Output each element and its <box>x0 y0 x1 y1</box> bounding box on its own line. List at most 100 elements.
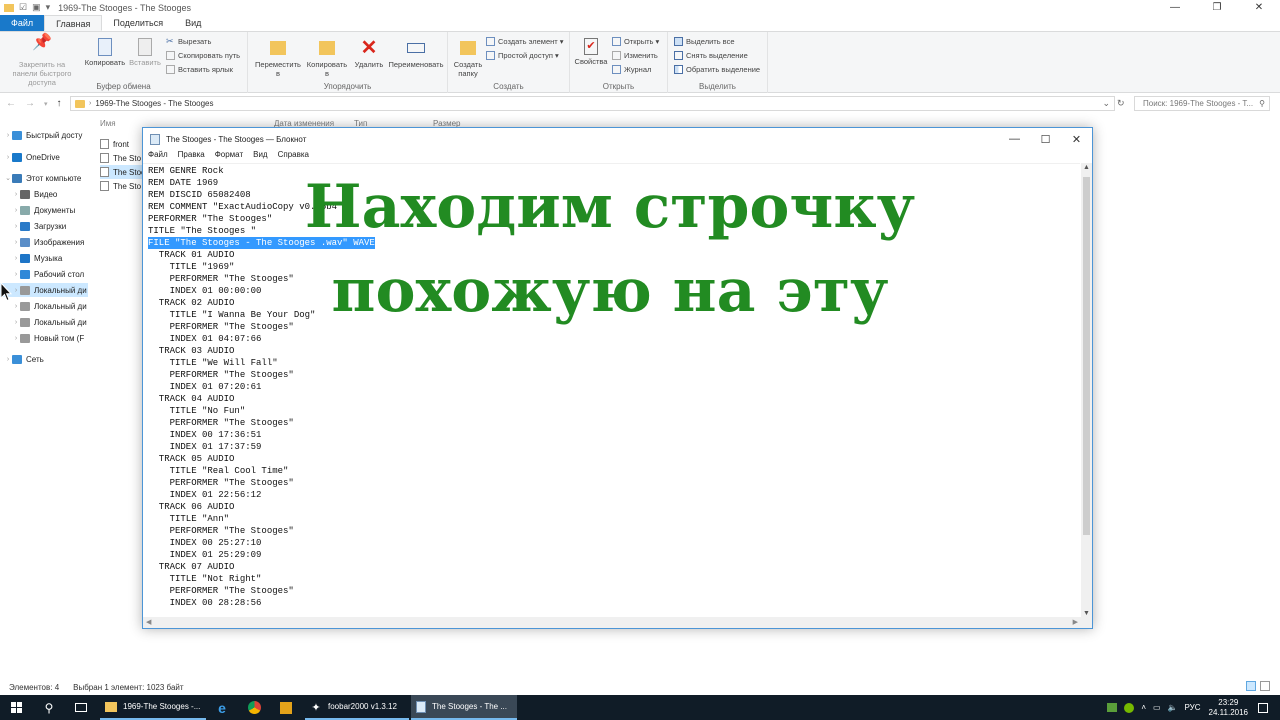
select-all-button[interactable]: Выделить все <box>674 37 735 46</box>
maximize-button[interactable]: ❐ <box>1196 0 1238 15</box>
sidebar-item[interactable]: › Рабочий стол <box>0 267 88 281</box>
back-arrow-icon[interactable]: ← <box>6 98 16 109</box>
close-button[interactable]: ✕ <box>1061 128 1092 150</box>
sidebar-item[interactable]: › Документы <box>0 203 88 217</box>
chevron-right-icon[interactable]: › <box>12 255 20 262</box>
keyboard-language[interactable]: РУС <box>1185 703 1201 712</box>
tab-view[interactable]: Вид <box>174 15 212 31</box>
chevron-right-icon[interactable]: › <box>4 132 12 139</box>
scroll-left-icon[interactable]: ◀ <box>146 618 151 626</box>
taskbar-app-explorer[interactable]: 1969-The Stooges -... <box>100 695 206 720</box>
properties-button[interactable]: ✔ Свойства <box>572 38 610 66</box>
recent-dropdown-icon[interactable]: ▾ <box>44 100 48 109</box>
chevron-right-icon[interactable]: › <box>4 356 12 363</box>
search-input[interactable]: Поиск: 1969-The Stooges - T... ⚲ <box>1134 96 1270 111</box>
start-button[interactable] <box>0 695 32 720</box>
history-button[interactable]: Журнал <box>612 65 651 74</box>
sidebar-item[interactable]: › Видео <box>0 187 88 201</box>
sidebar-item[interactable]: › Локальный ди <box>0 315 88 329</box>
vertical-scrollbar[interactable]: ▲ ▼ <box>1081 163 1092 618</box>
sidebar-item[interactable]: › Локальный ди <box>0 283 88 297</box>
menu-view[interactable]: Вид <box>248 150 272 163</box>
move-to-button[interactable]: Переместить в <box>252 38 304 78</box>
new-item-button[interactable]: Создать элемент ▾ <box>486 37 564 46</box>
sidebar-item[interactable]: › Музыка <box>0 251 88 265</box>
sidebar-item[interactable]: › Загрузки <box>0 219 88 233</box>
scroll-up-icon[interactable]: ▲ <box>1083 164 1090 171</box>
taskbar-pin-chrome[interactable] <box>240 695 268 720</box>
large-icons-view-icon[interactable] <box>1260 681 1270 691</box>
taskbar-pin-edge[interactable]: e <box>208 695 236 720</box>
show-hidden-icons-icon[interactable]: ˄ <box>1141 703 1146 712</box>
menu-edit[interactable]: Правка <box>173 150 210 163</box>
action-center-icon[interactable] <box>1258 702 1268 713</box>
volume-icon[interactable]: 🔈 <box>1168 703 1178 712</box>
invert-selection-button[interactable]: Обратить выделение <box>674 65 760 74</box>
minimize-button[interactable]: — <box>999 128 1030 150</box>
cut-button[interactable]: ✂ Вырезать <box>166 37 211 47</box>
menu-help[interactable]: Справка <box>273 150 314 163</box>
tray-app-icon[interactable] <box>1124 702 1135 713</box>
maximize-button[interactable]: ☐ <box>1030 128 1061 150</box>
taskbar-app-foobar[interactable]: ✦ foobar2000 v1.3.12 <box>305 695 409 720</box>
paste-button[interactable]: Вставить <box>128 38 162 67</box>
sidebar-item[interactable]: › OneDrive <box>0 150 88 164</box>
chevron-right-icon[interactable]: › <box>12 239 20 246</box>
chevron-down-icon[interactable]: ⌄ <box>1102 98 1110 109</box>
file-item[interactable]: front <box>100 137 142 151</box>
sidebar-item[interactable]: › Изображения <box>0 235 88 249</box>
forward-arrow-icon[interactable]: → <box>25 98 35 109</box>
copy-to-button[interactable]: Копировать в <box>304 38 350 78</box>
address-bar[interactable]: › 1969-The Stooges - The Stooges ⌄ <box>70 96 1115 111</box>
chevron-right-icon[interactable]: › <box>12 319 20 326</box>
file-item[interactable]: The Stoo <box>100 165 142 179</box>
open-button[interactable]: Открыть ▾ <box>612 37 659 46</box>
sidebar-item[interactable]: › Сеть <box>0 352 88 366</box>
chevron-right-icon[interactable]: › <box>12 287 20 294</box>
sidebar-item[interactable]: › Быстрый досту <box>0 128 88 142</box>
search-button[interactable]: ⚲ <box>34 695 64 720</box>
rename-button[interactable]: Переименовать <box>386 38 446 69</box>
scroll-right-icon[interactable]: ▶ <box>1073 618 1078 626</box>
menu-format[interactable]: Формат <box>210 150 248 163</box>
easy-access-button[interactable]: Простой доступ ▾ <box>486 51 559 60</box>
tab-home[interactable]: Главная <box>44 15 103 31</box>
file-item[interactable]: The Sto <box>100 179 142 193</box>
chevron-right-icon[interactable]: › <box>12 303 20 310</box>
chevron-right-icon[interactable]: › <box>12 223 20 230</box>
chevron-right-icon[interactable]: › <box>12 335 20 342</box>
up-arrow-icon[interactable]: ↑ <box>57 98 62 109</box>
pin-button[interactable]: 📌 Закрепить на панели быстрого доступа <box>6 35 78 88</box>
horizontal-scrollbar[interactable]: ◀ ▶ <box>143 617 1092 628</box>
tab-file[interactable]: Файл <box>0 15 45 31</box>
column-name[interactable]: Имя <box>100 119 116 128</box>
new-folder-button[interactable]: Создать папку <box>452 38 484 78</box>
clock[interactable]: 23:29 24.11.2016 <box>1209 698 1248 718</box>
customize-dropdown-icon[interactable]: ▾ <box>46 2 51 13</box>
properties-icon[interactable]: ☑ <box>19 2 27 13</box>
menu-file[interactable]: Файл <box>143 150 173 163</box>
taskbar-pin-app[interactable] <box>272 695 300 720</box>
tray-app-icon[interactable] <box>1107 703 1118 712</box>
chevron-right-icon[interactable]: › <box>4 154 12 161</box>
sidebar-item[interactable]: ⌄ Этот компьюте <box>0 171 88 185</box>
copy-button[interactable]: Копировать <box>82 38 128 67</box>
network-icon[interactable]: ▭ <box>1153 703 1161 712</box>
select-none-button[interactable]: Снять выделение <box>674 51 748 60</box>
close-button[interactable]: ✕ <box>1238 0 1280 15</box>
copy-path-button[interactable]: Скопировать путь <box>166 51 240 60</box>
paste-shortcut-button[interactable]: Вставить ярлык <box>166 65 233 74</box>
task-view-button[interactable] <box>66 695 96 720</box>
new-folder-icon[interactable]: ▣ <box>32 2 41 13</box>
refresh-icon[interactable]: ↻ <box>1117 98 1125 109</box>
sidebar-item[interactable]: › Новый том (F <box>0 331 88 345</box>
taskbar-app-notepad[interactable]: The Stooges - The ... <box>411 695 517 720</box>
details-view-icon[interactable] <box>1246 681 1256 691</box>
edit-button[interactable]: Изменить <box>612 51 658 60</box>
scroll-down-icon[interactable]: ▼ <box>1083 610 1090 617</box>
chevron-down-icon[interactable]: ⌄ <box>4 174 12 182</box>
sidebar-item[interactable]: › Локальный ди <box>0 299 88 313</box>
file-item[interactable]: The Sto <box>100 151 142 165</box>
minimize-button[interactable]: — <box>1154 0 1196 15</box>
delete-button[interactable]: ✕ Удалить <box>352 38 386 69</box>
